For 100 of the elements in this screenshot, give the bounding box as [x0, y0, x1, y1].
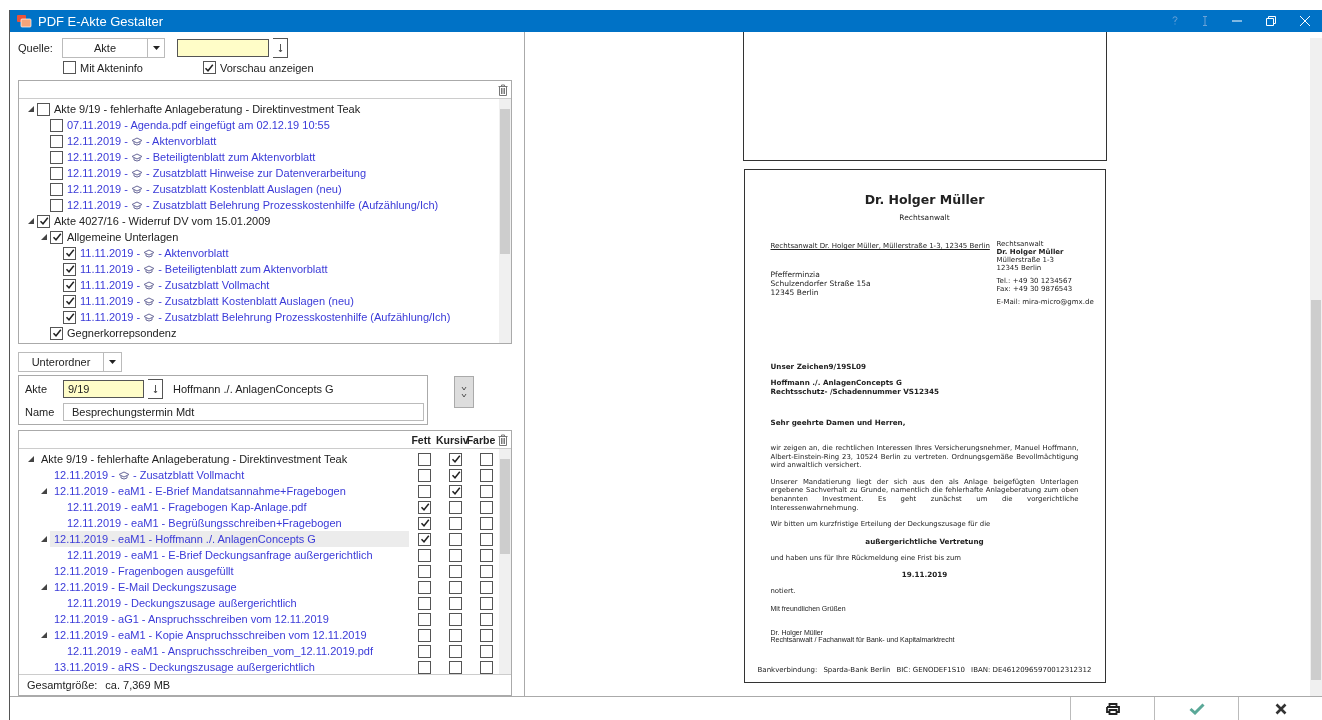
checkbox[interactable]	[449, 484, 462, 498]
tree-row[interactable]: 12.11.2019 - E-Mail Deckungszusage	[50, 579, 409, 595]
checkbox[interactable]	[418, 468, 431, 482]
checkbox[interactable]	[63, 246, 76, 260]
checkbox[interactable]	[418, 580, 431, 594]
checkbox[interactable]	[418, 596, 431, 610]
option-label[interactable]: Mit Akteninfo	[80, 61, 143, 74]
checkbox[interactable]	[480, 660, 493, 674]
document-label[interactable]: 12.11.2019 - eaM1 - E-Brief Mandatsannahme+Fragebogen	[54, 485, 346, 497]
checkbox[interactable]	[449, 612, 462, 626]
expanded-triangle-icon[interactable]	[41, 632, 47, 638]
scrollbar[interactable]	[1310, 38, 1322, 696]
checkbox[interactable]	[480, 612, 493, 626]
checkbox[interactable]	[418, 532, 431, 546]
item-date[interactable]: 11.11.2019 -	[80, 295, 141, 307]
tree-row[interactable]: 12.11.2019 - eaM1 - Hoffmann ./. AnlagenConcepts G	[50, 531, 409, 547]
expanded-triangle-icon[interactable]	[28, 106, 34, 112]
checkbox[interactable]	[418, 660, 431, 674]
item-date[interactable]: 11.11.2019 -	[80, 279, 141, 291]
checkbox[interactable]	[449, 628, 462, 642]
checkbox[interactable]	[480, 484, 493, 498]
checkbox[interactable]	[418, 628, 431, 642]
folder-label[interactable]: Akte 9/19 - fehlerhafte Anlageberatung - Direktinvestment Teak	[54, 103, 361, 115]
expanded-triangle-icon[interactable]	[41, 584, 47, 590]
checkbox[interactable]	[50, 326, 63, 340]
expanded-triangle-icon[interactable]	[41, 234, 47, 240]
name-field[interactable]: Besprechungstermin Mdt	[63, 403, 424, 421]
checkbox[interactable]	[63, 262, 76, 276]
checkbox[interactable]	[63, 294, 76, 308]
checkbox[interactable]	[37, 214, 50, 228]
item-date[interactable]: 12.11.2019 -	[67, 135, 128, 147]
checkbox[interactable]	[50, 230, 63, 244]
down-arrow-icon[interactable]	[152, 384, 158, 394]
item-date[interactable]: 12.11.2019 -	[67, 167, 128, 179]
checkbox[interactable]	[50, 182, 63, 196]
item-date[interactable]: 11.11.2019 -	[80, 263, 141, 275]
checkbox[interactable]	[449, 548, 462, 562]
item-title[interactable]: - Aktenvorblatt	[158, 247, 229, 259]
tree-row[interactable]: 12.11.2019 - Fragenbogen ausgefüllt	[50, 563, 409, 579]
tree-row[interactable]: 12.11.2019 - eaM1 - Anspruchsschreiben_vom_12.11.2019.pdf	[63, 643, 409, 659]
checkbox[interactable]	[480, 500, 493, 514]
checkbox[interactable]	[418, 564, 431, 578]
folder-label[interactable]: Gegnerkorrepsondenz	[67, 327, 177, 339]
folder-label[interactable]: Akte 9/19 - fehlerhafte Anlageberatung - Direktinvestment Teak	[41, 453, 348, 465]
checkbox[interactable]	[418, 548, 431, 562]
scrollbar[interactable]	[499, 449, 511, 674]
item-title[interactable]: - Zusatzblatt Belehrung Prozesskostenhilfe (Aufzählung/Ich)	[158, 311, 451, 323]
document-label[interactable]: 12.11.2019 - eaM1 - Anspruchsschreiben_vom_12.11.2019.pdf	[67, 645, 373, 657]
tree-row[interactable]: 12.11.2019 - aG1 - Anspruchsschreiben vom 12.11.2019	[50, 611, 409, 627]
expanded-triangle-icon[interactable]	[28, 218, 34, 224]
tree-row[interactable]: 12.11.2019 - eaM1 - E-Brief Deckungsanfrage außergerichtlich	[63, 547, 409, 563]
checkbox[interactable]	[449, 516, 462, 530]
tree-row[interactable]: 12.11.2019 - eaM1 - Kopie Anspruchsschreiben vom 12.11.2019	[50, 627, 409, 643]
checkbox[interactable]	[203, 61, 216, 74]
item-date[interactable]: 12.11.2019 -	[67, 183, 128, 195]
expanded-triangle-icon[interactable]	[41, 536, 47, 542]
checkbox[interactable]	[480, 628, 493, 642]
checkbox[interactable]	[418, 612, 431, 626]
checkbox[interactable]	[63, 61, 76, 74]
checkbox[interactable]	[449, 644, 462, 658]
scrollbar[interactable]	[499, 99, 511, 343]
checkbox[interactable]	[449, 596, 462, 610]
tree-row[interactable]: Akte 9/19 - fehlerhafte Anlageberatung - Direktinvestment Teak	[37, 451, 409, 467]
document-label[interactable]: 12.11.2019 - Fragenbogen ausgefüllt	[54, 565, 234, 577]
checkbox[interactable]	[449, 468, 462, 482]
checkbox[interactable]	[50, 198, 63, 212]
tree-row[interactable]: 12.11.2019 - eaM1 - Begrüßungsschreiben+Fragebogen	[63, 515, 409, 531]
item-title[interactable]: - Zusatzblatt Belehrung Prozesskostenhilfe (Aufzählung/Ich)	[145, 199, 439, 211]
item-title[interactable]: - Beteiligtenblatt zum Aktenvorblatt	[158, 263, 328, 275]
checkbox[interactable]	[449, 564, 462, 578]
checkbox[interactable]	[418, 500, 431, 514]
item-title[interactable]: - Aktenvorblatt	[145, 135, 217, 147]
document-label[interactable]: 12.11.2019 - eaM1 - Hoffmann ./. AnlagenConcepts G	[54, 533, 316, 545]
item-title[interactable]: - Beteiligtenblatt zum Aktenvorblatt	[145, 151, 316, 163]
checkbox[interactable]	[418, 644, 431, 658]
checkbox[interactable]	[418, 516, 431, 530]
trash-icon[interactable]	[498, 83, 508, 96]
subfolder-dropdown[interactable]: Unterordner	[18, 352, 122, 372]
tree-row[interactable]: 12.11.2019 - eaM1 - Fragebogen Kap-Anlage.pdf	[63, 499, 409, 515]
document-label[interactable]: 12.11.2019 - E-Mail Deckungszusage	[54, 581, 237, 593]
document-label[interactable]: 12.11.2019 - aG1 - Anspruchsschreiben vom 12.11.2019	[54, 613, 329, 625]
tree-row[interactable]: 12.11.2019 - Deckungszusage außergerichtlich	[63, 595, 409, 611]
checkbox[interactable]	[37, 102, 50, 116]
item-title[interactable]: - Zusatzblatt Vollmacht	[158, 279, 270, 291]
expanded-triangle-icon[interactable]	[41, 488, 47, 494]
expanded-triangle-icon[interactable]	[28, 456, 34, 462]
checkbox[interactable]	[480, 564, 493, 578]
checkbox[interactable]	[50, 150, 63, 164]
tree-row[interactable]: 13.11.2019 - aRS - Deckungszusage außergerichtlich	[50, 659, 409, 674]
trash-icon[interactable]	[498, 433, 508, 446]
source-dropdown[interactable]: Akte	[62, 38, 165, 58]
item-date[interactable]: 11.11.2019 -	[80, 247, 141, 259]
folder-label[interactable]: Allgemeine Unterlagen	[67, 231, 179, 243]
checkbox[interactable]	[63, 310, 76, 324]
checkbox[interactable]	[480, 548, 493, 562]
item-date[interactable]: 12.11.2019 -	[54, 469, 115, 481]
checkbox[interactable]	[480, 516, 493, 530]
checkbox[interactable]	[449, 580, 462, 594]
restore-icon[interactable]	[1266, 16, 1276, 26]
file-number-field[interactable]: 9/19	[63, 380, 144, 398]
